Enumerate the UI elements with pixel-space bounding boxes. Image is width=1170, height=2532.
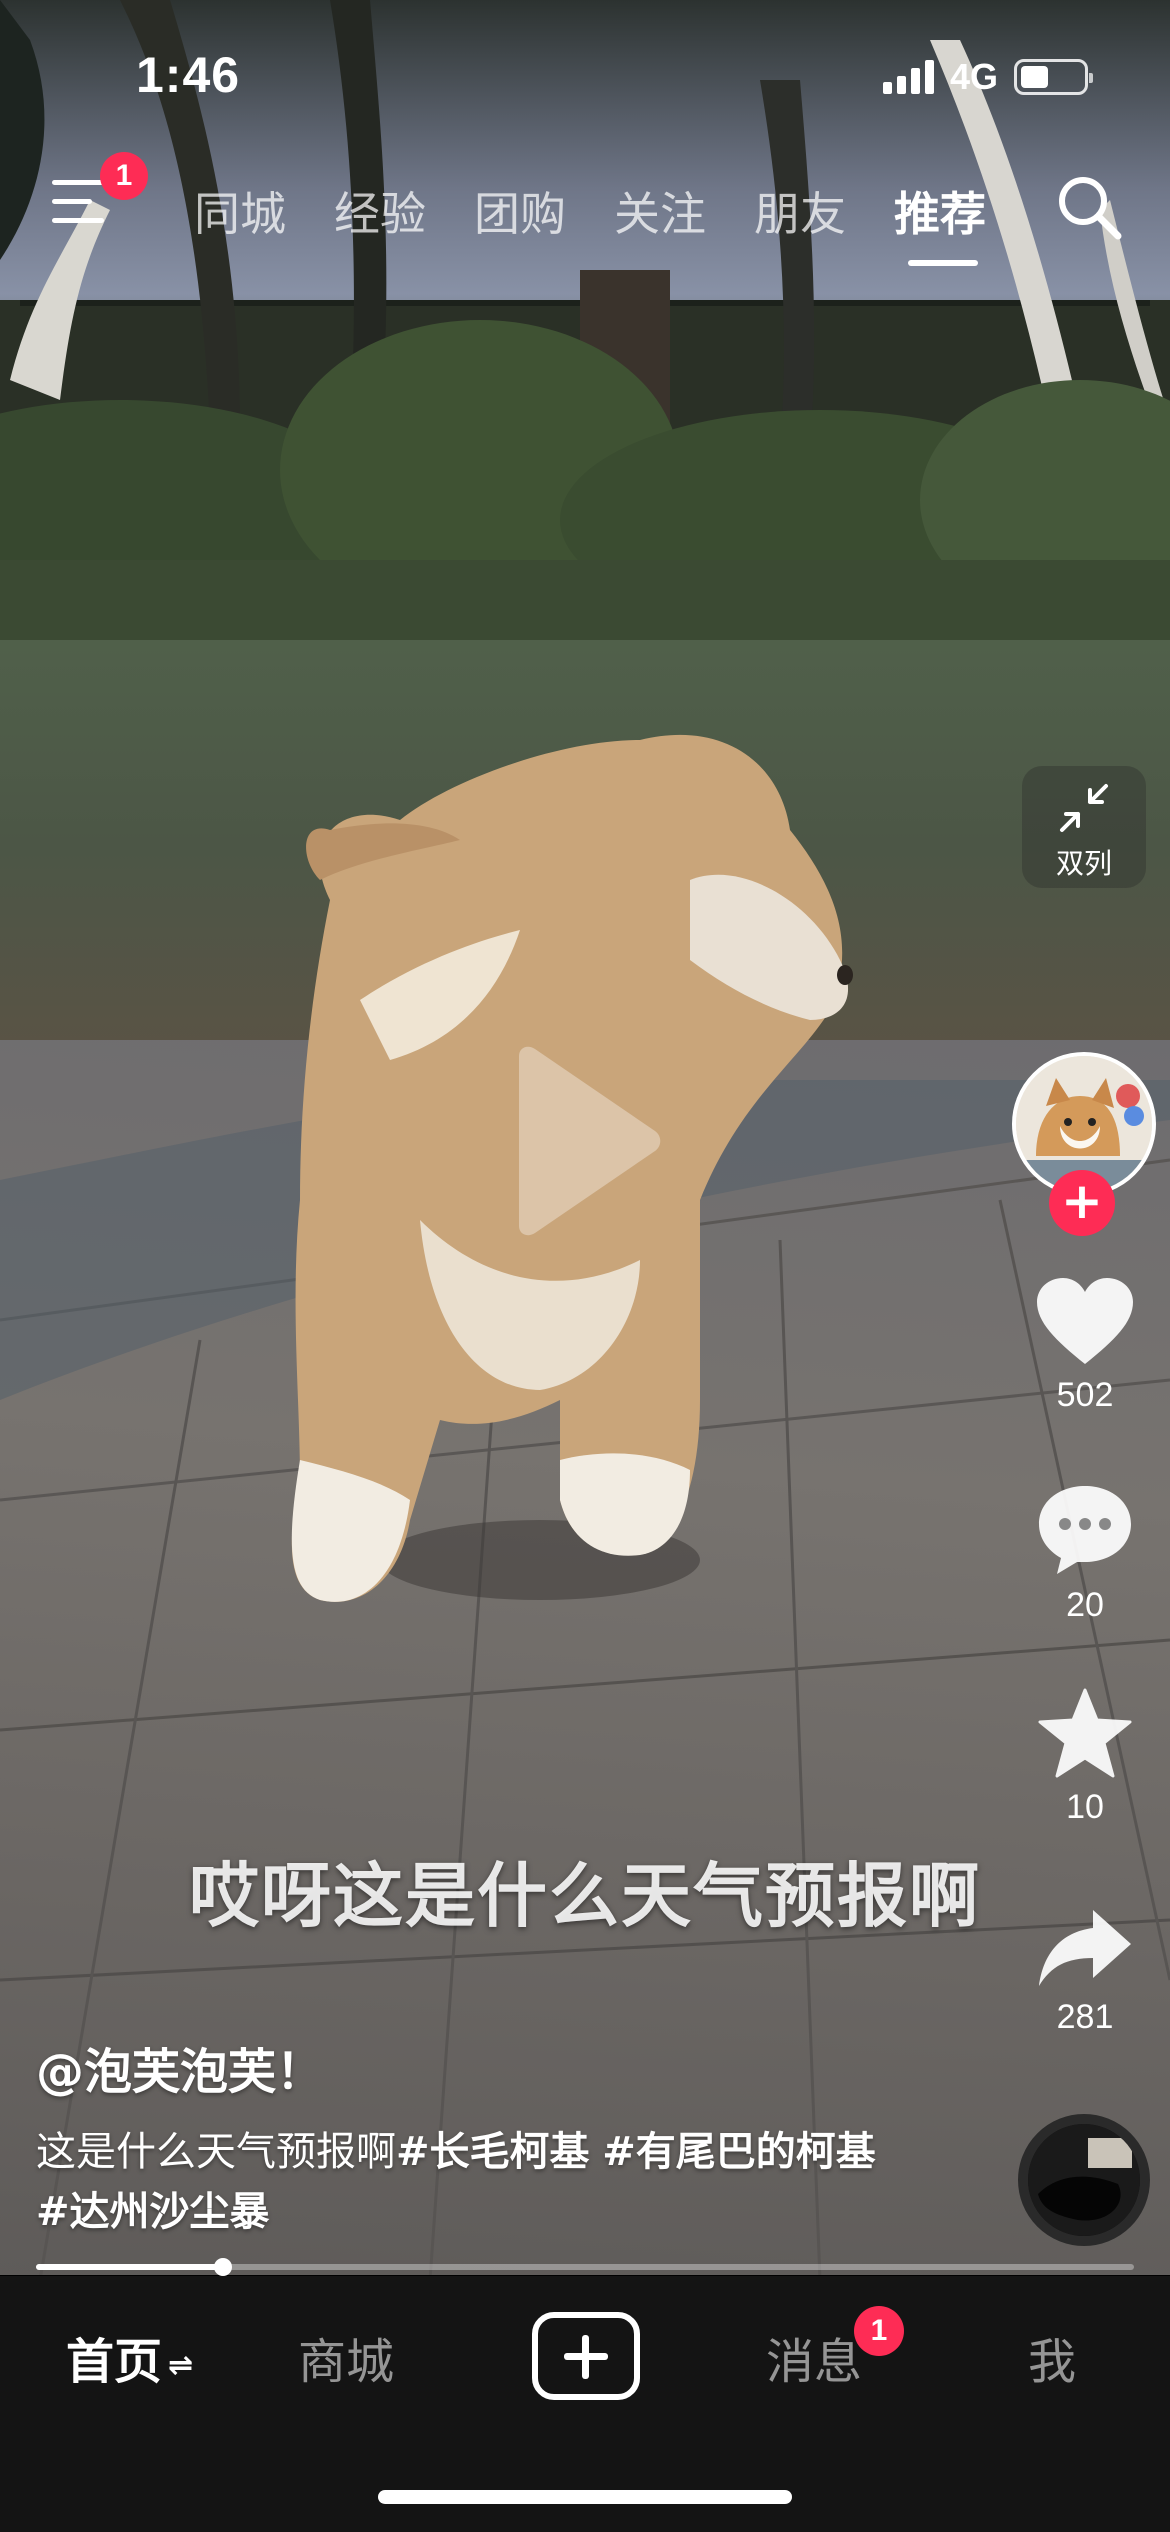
status-time: 1:46 xyxy=(136,47,241,103)
tab-nearby[interactable]: 同城 xyxy=(194,178,334,244)
author-name[interactable]: @泡芙泡芙！ xyxy=(36,2032,324,2102)
heart-icon xyxy=(1037,1278,1133,1364)
menu-notification-badge: 1 xyxy=(100,152,148,200)
caption-text: 这是什么天气预报啊 xyxy=(36,2129,396,2175)
dual-column-button[interactable]: 双列 xyxy=(1022,766,1146,888)
nav-home-label: 首页 xyxy=(66,2334,163,2390)
nav-me[interactable]: 我 xyxy=(1028,2322,1076,2392)
play-icon[interactable] xyxy=(505,1046,665,1236)
collapse-arrows-icon xyxy=(1060,784,1108,832)
messages-badge: 1 xyxy=(854,2306,904,2356)
menu-icon-line xyxy=(52,199,92,204)
tab-recommended[interactable]: 推荐 xyxy=(894,178,1034,266)
hashtag[interactable]: #长毛柯基 xyxy=(396,2129,590,2175)
share-count: 281 xyxy=(1056,1998,1114,2036)
top-tabs: 同城 经验 团购 关注 朋友 推荐 xyxy=(194,178,1034,266)
tab-following[interactable]: 关注 xyxy=(614,178,754,244)
search-icon[interactable] xyxy=(1054,172,1124,242)
menu-icon-line xyxy=(52,180,104,185)
comment-button[interactable]: 20 xyxy=(1020,1482,1150,1625)
menu-button[interactable] xyxy=(52,180,108,226)
nav-home[interactable]: 首页 ⇌ xyxy=(66,2322,193,2392)
battery-icon xyxy=(1014,59,1093,95)
cellular-signal-icon xyxy=(882,60,934,94)
video-progress-fill xyxy=(36,2264,223,2270)
nav-mall[interactable]: 商城 xyxy=(298,2322,394,2392)
video-progress-handle[interactable] xyxy=(213,2258,232,2276)
battery-level-fill xyxy=(1021,66,1048,88)
video-progress-bar[interactable] xyxy=(36,2258,1134,2276)
music-disc[interactable] xyxy=(1018,2114,1150,2246)
video-subtitle: 哎呀这是什么天气预报啊 xyxy=(189,1855,981,1937)
star-icon xyxy=(1038,1688,1132,1778)
video-caption: 这是什么天气预报啊#长毛柯基 #有尾巴的柯基 #达州沙尘暴 xyxy=(36,2122,916,2242)
nav-messages[interactable]: 消息 xyxy=(766,2322,862,2392)
hashtag[interactable]: #有尾巴的柯基 xyxy=(602,2129,876,2175)
favorite-count: 10 xyxy=(1066,1788,1104,1826)
create-post-button[interactable] xyxy=(532,2312,640,2400)
tab-experience[interactable]: 经验 xyxy=(334,178,474,244)
follow-button[interactable]: + xyxy=(1049,1170,1115,1236)
like-count: 502 xyxy=(1056,1376,1114,1414)
comment-icon xyxy=(1039,1486,1131,1574)
hashtag[interactable]: #达州沙尘暴 xyxy=(36,2189,270,2235)
home-indicator xyxy=(378,2490,792,2504)
favorite-button[interactable]: 10 xyxy=(1020,1688,1150,1827)
network-type: 4G xyxy=(949,56,998,97)
tab-friends[interactable]: 朋友 xyxy=(754,178,894,244)
music-cover-image xyxy=(1028,2124,1140,2236)
swap-arrows-icon: ⇌ xyxy=(168,2347,194,2383)
like-button[interactable]: 502 xyxy=(1020,1276,1150,1415)
tab-group-buy[interactable]: 团购 xyxy=(474,178,614,244)
comment-count: 20 xyxy=(1066,1586,1104,1624)
status-indicators: 4G xyxy=(882,56,1093,98)
dual-column-label: 双列 xyxy=(1055,847,1112,880)
menu-icon-line xyxy=(52,218,104,223)
